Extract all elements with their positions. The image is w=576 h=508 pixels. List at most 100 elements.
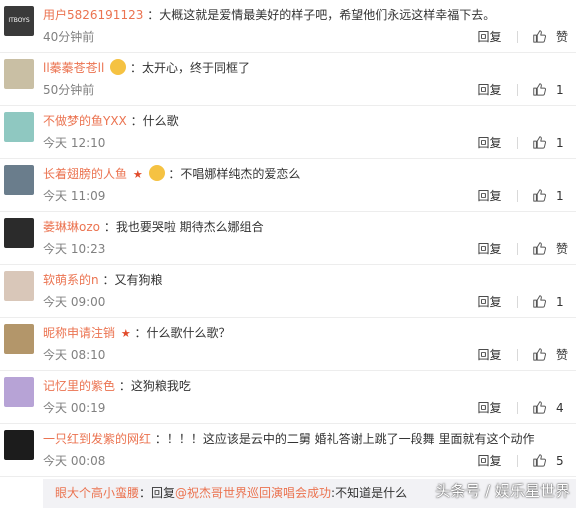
comment-username[interactable]: 萎琳琳ozo	[43, 220, 100, 234]
thumbs-up-icon[interactable]	[532, 294, 547, 308]
comment-item: ll蓁蓁苍苍ll ：太开心，终于同框了 50分钟前 回复 1	[0, 53, 576, 106]
comment-time: 40分钟前	[43, 30, 95, 44]
emoji-icon	[110, 59, 127, 75]
comment-content: 不做梦的鱼YXX ：什么歌 今天 12:10 回复 1	[43, 112, 568, 150]
comment-text: ：又有狗粮	[102, 273, 163, 287]
comment-actions: 回复 1	[478, 188, 569, 204]
like-count[interactable]: 5	[556, 453, 568, 469]
comment-item: 记忆里的紫色 ：这狗粮我吃 今天 00:19 回复 4	[0, 371, 576, 424]
thumbs-up-icon[interactable]	[532, 188, 547, 202]
comment-line: 昵称申请注销 ★ ：什么歌什么歌？	[43, 324, 568, 342]
action-divider	[517, 349, 519, 361]
sub-reply-username[interactable]: 眼大个高小蛮腰	[55, 486, 139, 500]
reply-button[interactable]: 回复	[478, 453, 502, 469]
comment-actions: 回复 5	[478, 453, 569, 469]
comment-username[interactable]: 软萌系的n	[43, 273, 99, 287]
action-divider	[517, 84, 519, 96]
avatar[interactable]	[4, 430, 34, 460]
comment-content: 昵称申请注销 ★ ：什么歌什么歌？ 今天 08:10 回复 赞	[43, 324, 568, 362]
comment-text: ：什么歌什么歌？	[134, 326, 231, 340]
like-count[interactable]: 1	[556, 82, 568, 98]
like-count[interactable]: 赞	[556, 347, 568, 363]
comment-item: 一只红到发紫的网红 ：！！！这应该是云中的二舅 婚礼答谢上跳了一段舞 里面就有这…	[0, 424, 576, 477]
thumbs-up-icon[interactable]	[532, 241, 547, 255]
like-count[interactable]: 1	[556, 135, 568, 151]
comment-username[interactable]: 昵称申请注销	[43, 326, 115, 340]
comment-actions: 回复 赞	[477, 347, 568, 363]
avatar[interactable]	[4, 377, 34, 407]
avatar[interactable]	[4, 271, 34, 301]
reply-button[interactable]: 回复	[478, 400, 502, 416]
comment-time: 50分钟前	[43, 83, 95, 97]
action-divider	[517, 243, 519, 255]
like-count[interactable]: 赞	[556, 241, 568, 257]
comment-item: ITBOYS 用户5826191123 ：大概这就是爱情最美好的样子吧，希望他们…	[0, 0, 576, 53]
comment-time: 今天 08:10	[43, 348, 106, 362]
avatar[interactable]	[4, 218, 34, 248]
comment-line: 用户5826191123 ：大概这就是爱情最美好的样子吧，希望他们永远这样幸福下…	[43, 6, 568, 24]
thumbs-up-icon[interactable]	[532, 347, 547, 361]
comment-item: 萎琳琳ozo ：我也要哭啦 期待杰么娜组合 今天 10:23 回复 赞	[0, 212, 576, 265]
comment-time: 今天 00:19	[43, 401, 106, 415]
comment-content: 长着翅膀的人鱼 ★ ：不唱娜样纯杰的爱恋么 今天 11:09 回复 1	[43, 165, 568, 203]
comment-actions: 回复 赞	[477, 29, 568, 45]
member-badge-icon: ★	[132, 168, 143, 181]
comment-time: 今天 00:08	[43, 454, 106, 468]
reply-button[interactable]: 回复	[477, 347, 501, 363]
sub-reply-mention[interactable]: @祝杰哥世界巡回演唱会成功	[175, 486, 331, 500]
comment-username[interactable]: 不做梦的鱼YXX	[43, 114, 127, 128]
like-count[interactable]: 1	[556, 188, 568, 204]
comment-item: 软萌系的n ：又有狗粮 今天 09:00 回复 1	[0, 265, 576, 318]
watermark: 头条号 / 娱乐星世界	[435, 482, 570, 500]
reply-button[interactable]: 回复	[477, 241, 501, 257]
avatar[interactable]	[4, 165, 34, 195]
thumbs-up-icon[interactable]	[532, 135, 547, 149]
comment-actions: 回复 4	[478, 400, 569, 416]
reply-button[interactable]: 回复	[478, 82, 502, 98]
comment-content: 萎琳琳ozo ：我也要哭啦 期待杰么娜组合 今天 10:23 回复 赞	[43, 218, 568, 256]
thumbs-up-icon[interactable]	[532, 29, 547, 43]
action-divider	[517, 190, 519, 202]
comment-content: 一只红到发紫的网红 ：！！！这应该是云中的二舅 婚礼答谢上跳了一段舞 里面就有这…	[43, 430, 568, 468]
reply-button[interactable]: 回复	[478, 188, 502, 204]
comment-actions: 回复 1	[478, 294, 569, 310]
comment-actions: 回复 赞	[477, 241, 568, 257]
reply-button[interactable]: 回复	[478, 135, 502, 151]
thumbs-up-icon[interactable]	[532, 453, 547, 467]
action-divider	[517, 402, 519, 414]
avatar[interactable]	[4, 59, 34, 89]
like-count[interactable]: 4	[556, 400, 568, 416]
comment-text: ：这狗粮我吃	[118, 379, 191, 393]
avatar[interactable]: ITBOYS	[4, 6, 34, 36]
comment-line: 软萌系的n ：又有狗粮	[43, 271, 568, 289]
comment-line: ll蓁蓁苍苍ll ：太开心，终于同框了	[43, 59, 568, 77]
comment-content: 记忆里的紫色 ：这狗粮我吃 今天 00:19 回复 4	[43, 377, 568, 415]
sub-reply-text: :不知道是什么	[331, 486, 408, 500]
reply-button[interactable]: 回复	[477, 29, 501, 45]
comment-item: 长着翅膀的人鱼 ★ ：不唱娜样纯杰的爱恋么 今天 11:09 回复 1	[0, 159, 576, 212]
comment-line: 记忆里的紫色 ：这狗粮我吃	[43, 377, 568, 395]
comment-text: ：太开心，终于同框了	[130, 61, 251, 75]
comment-item: 不做梦的鱼YXX ：什么歌 今天 12:10 回复 1	[0, 106, 576, 159]
comment-username[interactable]: 一只红到发紫的网红	[43, 432, 151, 446]
comment-actions: 回复 1	[478, 82, 569, 98]
comment-time: 今天 11:09	[43, 189, 106, 203]
comment-line: 长着翅膀的人鱼 ★ ：不唱娜样纯杰的爱恋么	[43, 165, 568, 183]
comment-username[interactable]: 记忆里的紫色	[43, 379, 115, 393]
comment-username[interactable]: 长着翅膀的人鱼	[43, 167, 127, 181]
avatar[interactable]	[4, 112, 34, 142]
comment-username[interactable]: ll蓁蓁苍苍ll	[43, 61, 104, 75]
action-divider	[517, 137, 519, 149]
reply-button[interactable]: 回复	[478, 294, 502, 310]
comment-username[interactable]: 用户5826191123	[43, 8, 143, 22]
member-badge-icon: ★	[120, 327, 131, 340]
thumbs-up-icon[interactable]	[532, 400, 547, 414]
thumbs-up-icon[interactable]	[532, 82, 547, 96]
comment-text: ：大概这就是爱情最美好的样子吧，希望他们永远这样幸福下去。	[147, 8, 496, 22]
like-count[interactable]: 1	[556, 294, 568, 310]
comment-time: 今天 12:10	[43, 136, 106, 150]
like-count[interactable]: 赞	[556, 29, 568, 45]
action-divider	[517, 455, 519, 467]
avatar[interactable]	[4, 324, 34, 354]
comment-line: 一只红到发紫的网红 ：！！！这应该是云中的二舅 婚礼答谢上跳了一段舞 里面就有这…	[43, 430, 568, 448]
